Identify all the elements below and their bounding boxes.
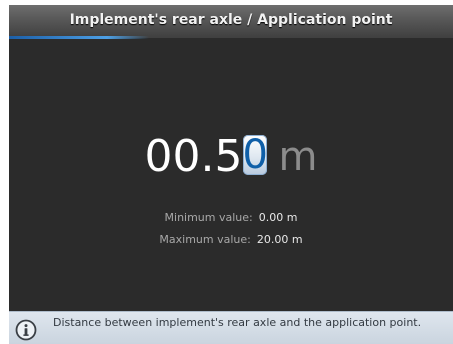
value-digits[interactable]: 00.5	[145, 127, 243, 187]
maximum-value-label: Maximum value:	[159, 233, 251, 246]
value-editor[interactable]: 00.50 m	[9, 127, 453, 187]
dialog-window: Implement's rear axle / Application poin…	[9, 5, 453, 344]
minimum-value: 0.00 m	[258, 211, 298, 224]
minimum-value-label: Minimum value:	[164, 211, 253, 224]
info-icon	[15, 319, 37, 341]
maximum-value: 20.00 m	[256, 233, 303, 246]
minimum-value-row: Minimum value: 0.00 m	[9, 211, 453, 224]
help-bar: Distance between implement's rear axle a…	[9, 311, 453, 344]
selected-digit[interactable]: 0	[242, 135, 268, 175]
value-unit: m	[278, 134, 318, 180]
maximum-value-row: Maximum value: 20.00 m	[9, 233, 453, 246]
help-text: Distance between implement's rear axle a…	[53, 316, 422, 329]
title-accent-bar	[9, 36, 149, 39]
dialog-title: Implement's rear axle / Application poin…	[9, 5, 453, 38]
